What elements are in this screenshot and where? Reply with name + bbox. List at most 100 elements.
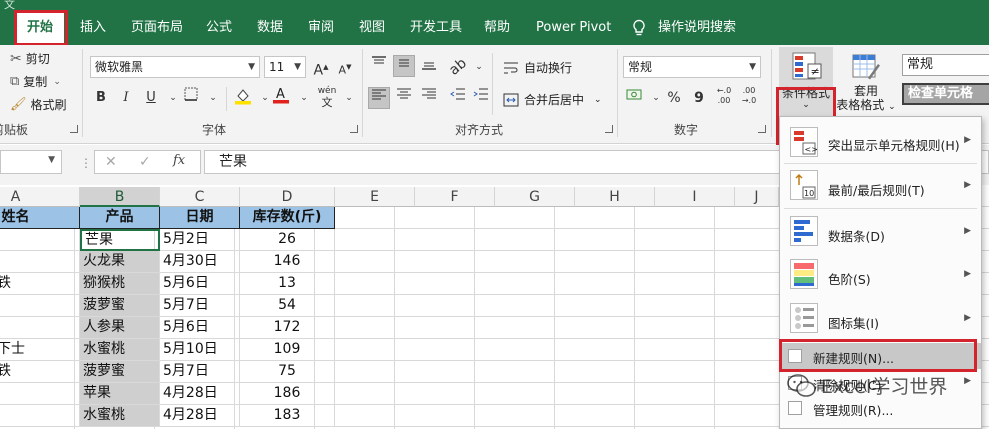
menu-item-color-scales[interactable]: 色阶(S) ▶ — [780, 257, 981, 293]
menu-item-manage-rules[interactable]: 管理规则(R)... — [780, 396, 981, 420]
decrease-indent-icon[interactable] — [447, 87, 469, 109]
comma-style-button[interactable]: 9 — [688, 87, 710, 109]
table-cell[interactable]: 水蜜桃 — [80, 339, 160, 361]
tab-power-pivot[interactable]: Power Pivot — [536, 17, 611, 39]
cut-button[interactable]: ✂ 剪切 — [10, 50, 50, 67]
table-cell[interactable]: 赵铁锤 — [0, 295, 80, 317]
header-cell[interactable]: 库存数(斤) — [240, 207, 335, 229]
column-header-c[interactable]: C — [160, 187, 240, 207]
menu-item-highlight-rules[interactable]: <> 突出显示单元格规则(H) ▶ — [780, 125, 981, 159]
cell-style-check-cell[interactable]: 检查单元格 — [902, 83, 989, 105]
column-header-h[interactable]: H — [575, 187, 655, 207]
table-cell[interactable]: 宋大莲 — [0, 229, 80, 251]
align-top-icon[interactable] — [368, 56, 390, 78]
table-cell[interactable]: 5月2日 — [160, 229, 240, 251]
bold-button[interactable]: B — [90, 87, 112, 109]
table-cell[interactable]: 水蜜桃 — [80, 405, 160, 427]
table-cell[interactable]: 75 — [240, 361, 335, 383]
table-cell[interactable]: 菠萝蜜 — [80, 361, 160, 383]
alignment-launcher-icon[interactable] — [605, 125, 613, 133]
column-header-f[interactable]: F — [415, 187, 495, 207]
table-cell[interactable]: 5月6日 — [160, 273, 240, 295]
phonetic-dropdown-icon[interactable]: ⌄ — [338, 87, 360, 109]
table-cell[interactable]: 186 — [240, 383, 335, 405]
tab-view[interactable]: 视图 — [359, 17, 385, 39]
table-cell[interactable]: 火龙果 — [80, 251, 160, 273]
tab-home[interactable]: 开始 — [16, 13, 65, 45]
table-cell[interactable]: 王富贵 — [0, 317, 80, 339]
wrap-text-button[interactable]: 自动换行 — [503, 59, 572, 76]
format-as-table-button[interactable]: 套用 表格格式 ⌄ — [835, 49, 897, 119]
borders-icon[interactable] — [180, 87, 202, 109]
table-cell[interactable]: 苹果 — [80, 383, 160, 405]
borders-dropdown-icon[interactable]: ⌄ — [202, 87, 224, 109]
clipboard-launcher-icon[interactable] — [70, 125, 78, 133]
insert-function-button[interactable]: fx — [173, 153, 185, 168]
table-cell[interactable]: 芒果 — [80, 229, 160, 251]
table-cell[interactable]: 人参果 — [80, 317, 160, 339]
table-cell[interactable]: 5月10日 — [160, 339, 240, 361]
font-launcher-icon[interactable] — [350, 125, 358, 133]
column-header-j[interactable]: J — [735, 187, 779, 207]
column-header-g[interactable]: G — [495, 187, 575, 207]
tell-me-search[interactable]: 操作说明搜索 — [632, 17, 736, 39]
font-size-combo[interactable]: 11 ▼ — [264, 56, 306, 78]
conditional-formatting-button[interactable]: ≠ 条件格式 ⌄ — [779, 47, 833, 117]
tab-file[interactable]: 文 — [4, 0, 15, 16]
align-right-icon[interactable] — [418, 87, 440, 109]
align-middle-icon[interactable] — [393, 55, 415, 77]
menu-item-top-bottom-rules[interactable]: 10 最前/最后规则(T) ▶ — [780, 168, 981, 204]
column-header-d[interactable]: D — [240, 187, 335, 207]
table-cell[interactable]: 于予菊 — [0, 405, 80, 427]
menu-item-new-rule[interactable]: 新建规则(N)... — [780, 343, 981, 369]
table-cell[interactable]: 146 — [240, 251, 335, 273]
decrease-font-size-icon[interactable]: A▼ — [334, 56, 356, 78]
table-cell[interactable]: 诸葛钢铁 — [0, 361, 80, 383]
copy-button[interactable]: ⧉ 复制 ⌄ — [10, 73, 61, 90]
underline-button[interactable]: U — [140, 87, 162, 109]
table-cell[interactable]: 菠萝蜜 — [80, 295, 160, 317]
menu-item-data-bars[interactable]: 数据条(D) ▶ — [780, 214, 981, 250]
cancel-icon[interactable]: ✕ — [105, 154, 117, 170]
increase-font-size-icon[interactable]: A▲ — [310, 56, 332, 79]
tab-data[interactable]: 数据 — [257, 17, 283, 39]
table-cell[interactable]: 54 — [240, 295, 335, 317]
cell-style-normal[interactable]: 常规 — [902, 54, 989, 76]
italic-button[interactable]: I — [115, 87, 137, 109]
table-cell[interactable]: 5月7日 — [160, 361, 240, 383]
tab-insert[interactable]: 插入 — [80, 17, 106, 39]
decrease-decimal-icon[interactable]: .00 →.0 — [738, 86, 760, 108]
align-bottom-icon[interactable] — [418, 56, 440, 78]
formula-bar-grip-icon[interactable]: ⋮ — [80, 156, 92, 170]
copy-dropdown-icon[interactable]: ⌄ — [53, 77, 61, 87]
table-cell[interactable]: 猕猴桃 — [80, 273, 160, 295]
orientation-dropdown-icon[interactable]: ⌄ — [468, 56, 490, 78]
tab-developer[interactable]: 开发工具 — [410, 17, 462, 39]
align-left-icon[interactable] — [368, 87, 390, 109]
table-cell[interactable]: 109 — [240, 339, 335, 361]
font-color-dropdown-icon[interactable]: ⌄ — [293, 87, 315, 109]
font-color-icon[interactable]: A — [270, 85, 292, 107]
chevron-down-icon[interactable]: ▼ — [48, 155, 55, 165]
align-center-icon[interactable] — [393, 87, 415, 109]
table-cell[interactable]: 172 — [240, 317, 335, 339]
table-cell[interactable]: 詹姆斯下士 — [0, 339, 80, 361]
tab-review[interactable]: 审阅 — [308, 17, 334, 39]
percent-style-button[interactable]: % — [663, 87, 685, 109]
table-cell[interactable]: 5月6日 — [160, 317, 240, 339]
column-header-i[interactable]: I — [655, 187, 735, 207]
tab-formulas[interactable]: 公式 — [206, 17, 232, 39]
column-header-b[interactable]: B — [80, 187, 160, 207]
chevron-down-icon[interactable]: ⌄ — [594, 95, 602, 105]
header-cell[interactable]: 产品 — [80, 207, 160, 229]
table-cell[interactable]: 4月30日 — [160, 251, 240, 273]
column-header-e[interactable]: E — [335, 187, 415, 207]
column-header-a[interactable]: A — [0, 187, 80, 207]
fill-color-icon[interactable] — [232, 87, 254, 109]
header-cell[interactable]: 日期 — [160, 207, 240, 229]
header-cell[interactable]: 姓名 — [0, 207, 80, 229]
number-launcher-icon[interactable] — [758, 125, 766, 133]
table-cell[interactable]: 龙淑芬 — [0, 251, 80, 273]
table-cell[interactable]: 4月28日 — [160, 383, 240, 405]
table-cell[interactable]: 邹喜定 — [0, 383, 80, 405]
